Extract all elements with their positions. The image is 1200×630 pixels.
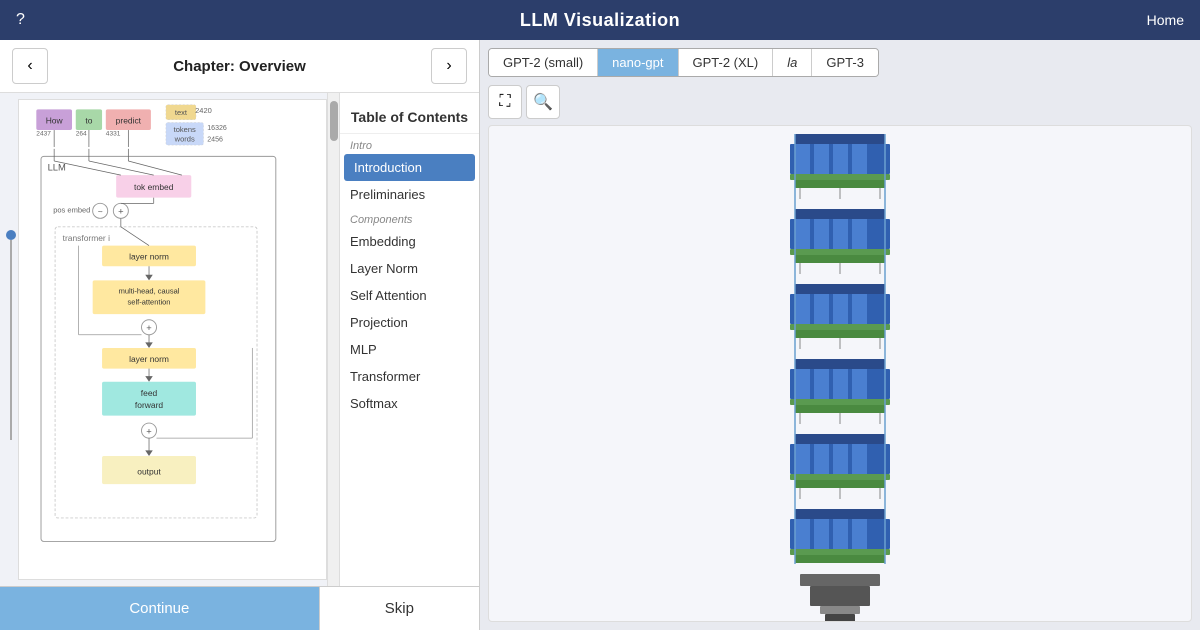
chapter-next-button[interactable]: › [431, 48, 467, 84]
visualization-area [488, 125, 1192, 622]
chapter-prev-button[interactable]: ‹ [12, 48, 48, 84]
table-of-contents: Table of Contents Intro Introduction Pre… [339, 93, 479, 586]
model-tabs: GPT-2 (small) nano-gpt GPT-2 (XL) la GPT… [488, 48, 1192, 77]
nn-visualization [740, 125, 940, 622]
svg-text:+: + [146, 322, 152, 333]
fullscreen-button[interactable]: ⛶ [488, 85, 522, 119]
llm-diagram: How to predict text 2420 tokens words [19, 100, 326, 579]
right-panel: GPT-2 (small) nano-gpt GPT-2 (XL) la GPT… [480, 40, 1200, 630]
continue-button[interactable]: Continue [0, 587, 320, 630]
progress-dot [6, 230, 16, 240]
fullscreen-icon: ⛶ [499, 93, 510, 111]
svg-text:tokens: tokens [174, 125, 196, 134]
svg-text:layer norm: layer norm [129, 354, 169, 364]
scroll-thumb [330, 101, 338, 141]
skip-button[interactable]: Skip [320, 587, 479, 630]
model-tab-nano-gpt[interactable]: nano-gpt [598, 49, 678, 76]
svg-text:2420: 2420 [195, 106, 212, 115]
svg-text:words: words [174, 134, 195, 143]
svg-text:pos embed: pos embed [53, 206, 90, 215]
svg-text:output: output [137, 467, 161, 477]
toc-item-softmax[interactable]: Softmax [340, 390, 479, 417]
toc-item-preliminaries[interactable]: Preliminaries [340, 181, 479, 208]
svg-text:layer norm: layer norm [129, 252, 169, 262]
progress-indicator [6, 230, 16, 450]
svg-text:2437: 2437 [36, 131, 51, 138]
chapter-header: ‹ Chapter: Overview › [0, 40, 479, 93]
toc-item-embedding[interactable]: Embedding [340, 228, 479, 255]
toc-item-transformer[interactable]: Transformer [340, 363, 479, 390]
home-link[interactable]: Home [1147, 12, 1184, 28]
svg-text:self-attention: self-attention [128, 298, 171, 307]
search-button[interactable]: 🔍 [526, 85, 560, 119]
svg-text:~: ~ [98, 207, 103, 217]
toc-item-layer-norm[interactable]: Layer Norm [340, 255, 479, 282]
top-navigation: ? LLM Visualization Home [0, 0, 1200, 40]
content-area: How to predict text 2420 tokens words [0, 93, 479, 586]
toc-item-projection[interactable]: Projection [340, 309, 479, 336]
svg-text:multi-head, causal: multi-head, causal [119, 286, 180, 295]
progress-line [10, 240, 12, 440]
diagram-area: How to predict text 2420 tokens words [18, 99, 327, 580]
svg-text:forward: forward [135, 400, 163, 410]
model-tab-gpt2-xl[interactable]: GPT-2 (XL) [679, 49, 774, 76]
chapter-title: Chapter: Overview [173, 58, 306, 75]
help-icon[interactable]: ? [16, 11, 25, 29]
model-tab-la[interactable]: la [773, 49, 812, 76]
svg-text:to: to [85, 115, 92, 125]
bottom-buttons: Continue Skip [0, 586, 479, 630]
left-panel: ‹ Chapter: Overview › How to pre [0, 40, 480, 630]
toc-item-introduction[interactable]: Introduction [344, 154, 475, 181]
toc-item-self-attention[interactable]: Self Attention [340, 282, 479, 309]
model-tab-gpt2-small[interactable]: GPT-2 (small) [489, 49, 598, 76]
svg-text:16326: 16326 [207, 125, 227, 132]
toc-section-components: Components [340, 208, 479, 228]
toc-section-intro: Intro [340, 134, 479, 154]
search-icon: 🔍 [533, 92, 553, 112]
toc-item-mlp[interactable]: MLP [340, 336, 479, 363]
main-layout: ‹ Chapter: Overview › How to pre [0, 40, 1200, 630]
svg-text:4331: 4331 [106, 131, 121, 138]
toc-header: Table of Contents [340, 101, 479, 134]
app-title: LLM Visualization [520, 10, 680, 31]
svg-text:264: 264 [76, 131, 87, 138]
viz-toolbar: ⛶ 🔍 [488, 85, 1192, 119]
svg-text:feed: feed [141, 388, 158, 398]
svg-text:text: text [175, 108, 188, 117]
svg-text:+: + [118, 206, 124, 217]
model-tab-gpt3[interactable]: GPT-3 [812, 49, 878, 76]
svg-text:2456: 2456 [207, 136, 223, 143]
svg-text:+: + [146, 425, 152, 436]
svg-text:tok embed: tok embed [134, 182, 174, 192]
svg-text:predict: predict [116, 115, 142, 125]
model-tab-group: GPT-2 (small) nano-gpt GPT-2 (XL) la GPT… [488, 48, 879, 77]
svg-text:How: How [46, 115, 64, 125]
svg-text:transformer i: transformer i [63, 233, 110, 243]
diagram-scrollbar[interactable] [327, 93, 339, 586]
